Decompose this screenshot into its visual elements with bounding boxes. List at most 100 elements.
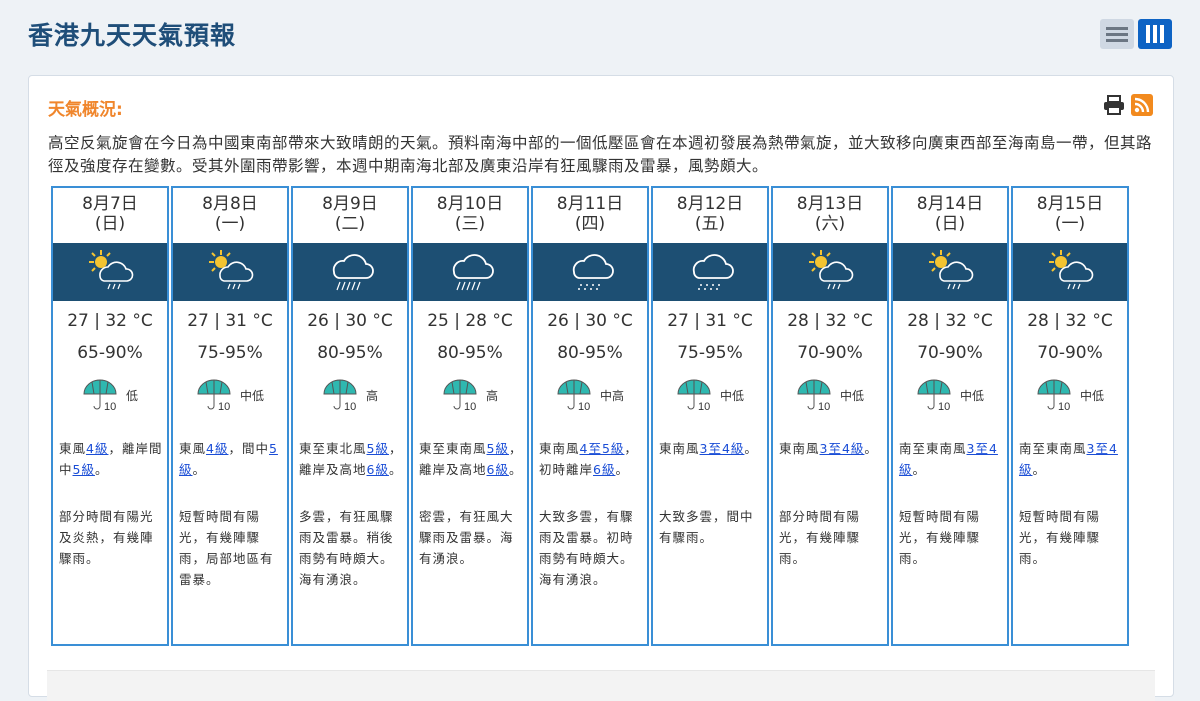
day-weekday: (三) [454,214,486,234]
svg-text:10: 10 [698,401,710,412]
rain-probability: 10 高 [413,378,527,412]
weather-icon-band [413,243,527,301]
wind-level-link[interactable]: 6級 [367,462,389,477]
forecast-panel: 天氣概況: 高空反氣旋會在今日為中國東南部帶來大致晴朗的天氣。預料南海中部的一個… [28,75,1174,701]
wind-text: 東南風 [659,441,700,456]
sun-cloud-rain-icon [1044,248,1096,296]
temperature-range: 25 | 28 °C [427,311,513,331]
day-weekday: (一) [214,214,246,234]
umbrella-icon: 10 [917,379,951,412]
heavy-rain-icon [324,248,376,296]
heavy-rain-icon [444,248,496,296]
wind-text: 。 [864,441,878,456]
wind-text: 。 [912,462,927,477]
weather-description: 部分時間有陽光，有幾陣驟雨。 [779,509,861,566]
umbrella-icon: 10 [443,379,477,412]
day-date: 8月7日 [82,194,138,214]
wind-level-link[interactable]: 4至5級 [580,441,625,456]
wind-level-link[interactable]: 6級 [487,462,509,477]
svg-text:10: 10 [344,401,356,412]
day-date: 8月12日 [676,194,744,214]
day-column: 8月9日 (二) 26 | 30 °C 80-95% 10 高東至東北風5級，離岸及高地6… [291,186,409,646]
day-weekday: (二) [334,214,366,234]
list-view-icon [1106,27,1128,42]
humidity-range: 70-90% [1037,343,1103,363]
humidity-range: 80-95% [437,343,503,363]
day-weekday: (日) [934,214,966,234]
humidity-range: 70-90% [797,343,863,363]
wind-text: 。 [388,462,403,477]
wind-level-link[interactable]: 3至4級 [700,441,745,456]
day-column: 8月11日 (四) 26 | 30 °C 80-95% 10 中高 東南風4至5級，初時離岸… [531,186,649,646]
rain-icon [684,248,736,296]
svg-text:10: 10 [818,401,830,412]
weather-icon-band [53,243,167,301]
humidity-range: 80-95% [557,343,623,363]
wind-level-link[interactable]: 6級 [593,462,615,477]
day-date: 8月11日 [556,194,624,214]
list-view-button[interactable] [1100,19,1134,49]
temperature-range: 26 | 30 °C [547,311,633,331]
weather-description: 大致多雲，間中有驟雨。 [659,509,754,545]
wind-level-link[interactable]: 5級 [487,441,509,456]
wind-forecast: 東南風3至4級。 [659,438,763,459]
umbrella-icon: 10 [797,379,831,412]
umbrella-icon: 10 [323,379,357,412]
weather-icon-band [1013,243,1127,301]
wind-forecast: 南至東南風3至4級。 [1019,438,1123,480]
psr-label: 中低 [1079,388,1104,403]
day-column: 8月15日 (一) 28 | 32 °C 70-90% 10 中低 南至東南風3至4級。 短暫… [1011,186,1129,646]
psr-label: 中低 [839,388,864,403]
view-toggle [1100,19,1172,49]
day-weekday: (五) [694,214,726,234]
wind-forecast: 東至東北風5級，離岸及高地6級。 [299,438,403,480]
wind-text: 南至東南風 [899,441,967,456]
weather-description: 短暫時間有陽光，有幾陣驟雨。 [899,509,981,566]
rain-icon [564,248,616,296]
rain-probability: 10 低 [53,378,167,412]
psr-label: 中低 [719,388,744,403]
temperature-range: 28 | 32 °C [907,311,993,331]
wind-level-link[interactable]: 4級 [86,441,108,456]
umbrella-icon: 10 [1037,379,1071,412]
rain-probability: 10 中低 [773,378,887,412]
wind-text: 東南風 [779,441,820,456]
rain-probability: 10 中低 [893,378,1007,412]
overview-text: 高空反氣旋會在今日為中國東南部帶來大致晴朗的天氣。預料南海中部的一個低壓區會在本… [48,134,1153,175]
sun-cloud-rain-icon [924,248,976,296]
wind-forecast: 東至東南風5級，離岸及高地6級。 [419,438,523,480]
umbrella-icon: 10 [677,379,711,412]
weather-description: 部分時間有陽光及炎熱，有幾陣驟雨。 [59,509,154,566]
day-column: 8月14日 (日) 28 | 32 °C 70-90% 10 中低 南至東南風3至4級。 短暫… [891,186,1009,646]
temperature-range: 27 | 32 °C [67,311,153,331]
wind-level-link[interactable]: 5級 [73,462,95,477]
day-column: 8月13日 (六) 28 | 32 °C 70-90% 10 中低 東南風3至4級。 部分時間… [771,186,889,646]
wind-level-link[interactable]: 4級 [206,441,228,456]
rain-probability: 10 中低 [653,378,767,412]
humidity-range: 75-95% [197,343,263,363]
weather-description: 密雲，有狂風大驟雨及雷暴。海有湧浪。 [419,509,514,566]
humidity-range: 75-95% [677,343,743,363]
sun-cloud-rain-icon [804,248,856,296]
day-column: 8月7日 (日) 27 | 32 °C 65-90% 10 低東風4級，離岸間中5級。 部分… [51,186,169,646]
umbrella-icon: 10 [197,379,231,412]
column-view-button[interactable] [1138,19,1172,49]
day-column: 8月12日 (五) 27 | 31 °C 75-95% 10 中低 東南風3至4級。 大致多雲… [651,186,769,646]
wind-forecast: 南至東南風3至4級。 [899,438,1003,480]
day-date: 8月10日 [436,194,504,214]
wind-level-link[interactable]: 3至4級 [820,441,865,456]
rss-button[interactable] [1131,94,1153,120]
psr-label: 低 [125,388,138,403]
wind-level-link[interactable]: 5級 [367,441,389,456]
day-date: 8月8日 [202,194,258,214]
weather-icon-band [653,243,767,301]
print-button[interactable] [1103,95,1125,119]
humidity-range: 80-95% [317,343,383,363]
psr-label: 中低 [959,388,984,403]
psr-label: 中低 [239,388,264,403]
day-column: 8月10日 (三) 25 | 28 °C 80-95% 10 高東至東南風5級，離岸及高地… [411,186,529,646]
day-weekday: (六) [814,214,846,234]
rain-probability: 10 中高 [533,378,647,412]
weather-icon-band [173,243,287,301]
svg-text:10: 10 [464,401,476,412]
